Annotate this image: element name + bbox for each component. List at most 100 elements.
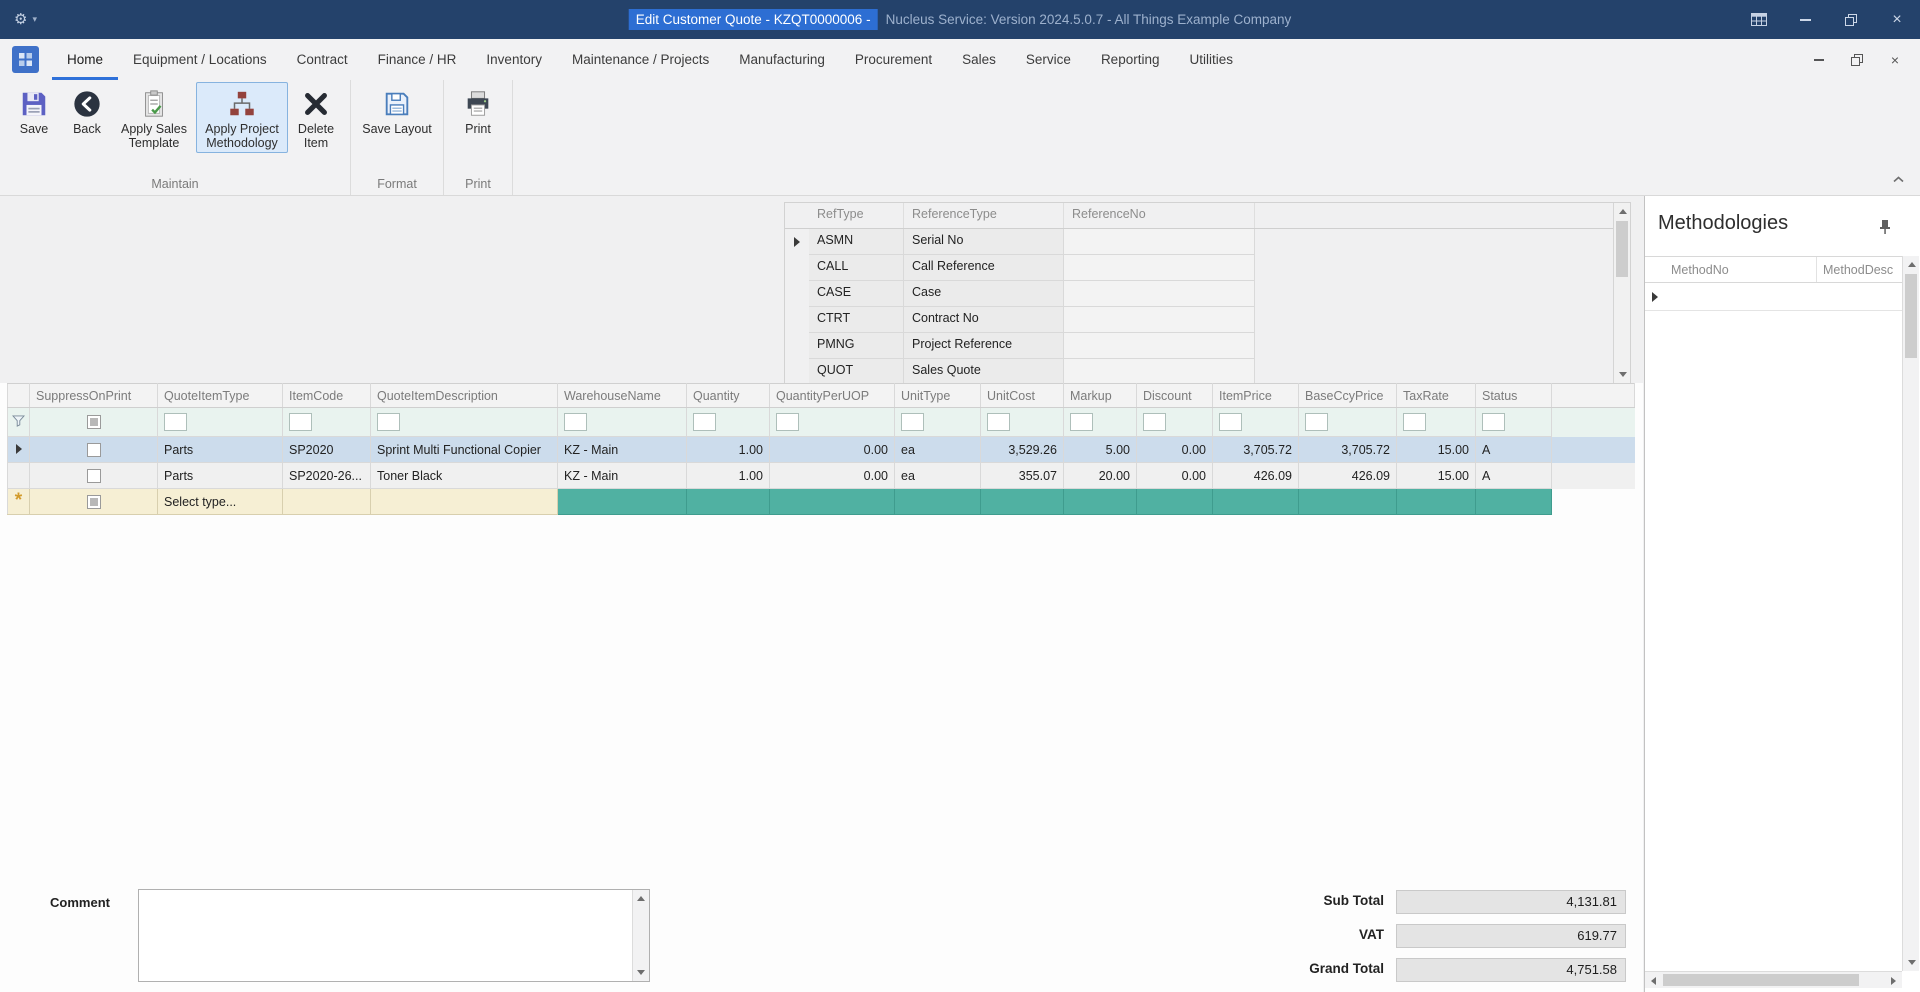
itemprice-cell[interactable] (1212, 488, 1299, 515)
reftype-cell[interactable]: CASE (809, 281, 904, 307)
checkbox-indeterminate[interactable] (86, 415, 101, 430)
maximize-restore-button[interactable] (1828, 0, 1874, 39)
baseccyprice-cell[interactable]: 3,705.72 (1298, 436, 1397, 463)
reference-row[interactable]: QUOT Sales Quote (785, 359, 1613, 383)
itemcode-cell[interactable]: SP2020-26... (282, 462, 371, 489)
taxrate-cell[interactable] (1396, 488, 1476, 515)
warehousename-cell[interactable]: KZ - Main (557, 436, 687, 463)
status-cell[interactable] (1475, 488, 1552, 515)
equals-filter-icon[interactable] (693, 413, 716, 431)
warehousename-cell[interactable] (557, 488, 687, 515)
status-cell[interactable]: A (1475, 462, 1552, 489)
equals-filter-icon[interactable] (1219, 413, 1242, 431)
scroll-down-button[interactable] (1903, 954, 1920, 971)
col-header-unittype[interactable]: UnitType (894, 383, 981, 408)
scroll-up-button[interactable] (632, 890, 649, 907)
taxrate-cell[interactable]: 15.00 (1396, 462, 1476, 489)
filter-cell-discount[interactable] (1136, 407, 1213, 437)
text-filter-icon[interactable] (289, 413, 312, 431)
reference-row[interactable]: CTRT Contract No (785, 307, 1613, 333)
equals-filter-icon[interactable] (1403, 413, 1426, 431)
col-header-taxrate[interactable]: TaxRate (1396, 383, 1476, 408)
quoteitemdescription-cell[interactable]: Sprint Multi Functional Copier (370, 436, 558, 463)
unittype-cell[interactable] (894, 488, 981, 515)
item-row-selected[interactable]: Parts SP2020 Sprint Multi Functional Cop… (7, 436, 1635, 463)
reference-grid-scrollbar[interactable] (1613, 203, 1630, 383)
filter-cell-taxrate[interactable] (1396, 407, 1476, 437)
equals-filter-icon[interactable] (1143, 413, 1166, 431)
col-header-status[interactable]: Status (1475, 383, 1552, 408)
suppress-checkbox-cell[interactable] (29, 488, 158, 515)
filter-cell-suppressonprint[interactable] (29, 407, 158, 437)
quantityperuop-cell[interactable]: 0.00 (769, 462, 895, 489)
mdi-close-button[interactable]: × (1876, 45, 1914, 74)
item-row[interactable]: Parts SP2020-26... Toner Black KZ - Main… (7, 462, 1635, 489)
referencetype-cell[interactable]: Contract No (904, 307, 1064, 333)
warehousename-cell[interactable]: KZ - Main (557, 462, 687, 489)
unittype-cell[interactable]: ea (894, 462, 981, 489)
suppress-checkbox-cell[interactable] (29, 436, 158, 463)
col-header-quantityperuop[interactable]: QuantityPerUOP (769, 383, 895, 408)
quantityperuop-cell[interactable] (769, 488, 895, 515)
gear-icon[interactable]: ⚙ (14, 12, 27, 27)
checkbox-unchecked[interactable] (86, 442, 101, 457)
col-header-quantity[interactable]: Quantity (686, 383, 770, 408)
scrollbar-thumb[interactable] (1616, 221, 1628, 277)
col-header-suppressonprint[interactable]: SuppressOnPrint (29, 383, 158, 408)
apply-sales-template-button[interactable]: Apply Sales Template (112, 82, 196, 153)
quick-access-toolbar[interactable]: ⚙ ▾ (14, 0, 37, 39)
menu-tab-sales[interactable]: Sales (947, 39, 1011, 80)
reftype-cell[interactable]: QUOT (809, 359, 904, 383)
quantityperuop-cell[interactable]: 0.00 (769, 436, 895, 463)
menu-tab-service[interactable]: Service (1011, 39, 1086, 80)
reftype-cell[interactable]: CALL (809, 255, 904, 281)
col-header-warehousename[interactable]: WarehouseName (557, 383, 687, 408)
filter-cell-markup[interactable] (1063, 407, 1137, 437)
filter-cell-quoteitemdescription[interactable] (370, 407, 558, 437)
auto-hide-pin-button[interactable] (1876, 218, 1894, 236)
col-header-quoteitemdescription[interactable]: QuoteItemDescription (370, 383, 558, 408)
scroll-up-button[interactable] (1903, 256, 1920, 273)
comment-scrollbar[interactable] (632, 890, 649, 981)
quoteitemdescription-cell[interactable]: Toner Black (370, 462, 558, 489)
filter-cell-unittype[interactable] (894, 407, 981, 437)
itemcode-cell[interactable]: SP2020 (282, 436, 371, 463)
reftype-cell[interactable]: PMNG (809, 333, 904, 359)
quoteitemdescription-cell[interactable] (370, 488, 558, 515)
reference-row[interactable]: PMNG Project Reference (785, 333, 1613, 359)
back-button[interactable]: Back (62, 82, 112, 139)
apply-project-methodology-button[interactable]: Apply Project Methodology (196, 82, 288, 154)
baseccyprice-cell[interactable]: 426.09 (1298, 462, 1397, 489)
delete-item-button[interactable]: Delete Item (288, 82, 344, 153)
referencetype-cell[interactable]: Project Reference (904, 333, 1064, 359)
taxrate-cell[interactable]: 15.00 (1396, 436, 1476, 463)
equals-filter-icon[interactable] (1070, 413, 1093, 431)
referenceno-cell[interactable] (1064, 359, 1255, 383)
menu-tab-reporting[interactable]: Reporting (1086, 39, 1175, 80)
scrollbar-thumb[interactable] (1663, 974, 1859, 986)
unitcost-cell[interactable]: 355.07 (980, 462, 1064, 489)
col-header-baseccyprice[interactable]: BaseCcyPrice (1298, 383, 1397, 408)
scroll-up-button[interactable] (1614, 203, 1630, 220)
close-button[interactable]: × (1874, 0, 1920, 39)
referencetype-cell[interactable]: Call Reference (904, 255, 1064, 281)
reference-row[interactable]: ASMN Serial No (785, 229, 1613, 255)
baseccyprice-cell[interactable] (1298, 488, 1397, 515)
scrollbar-thumb[interactable] (1905, 274, 1917, 358)
ribbon-collapse-button[interactable] (1888, 171, 1908, 187)
referenceno-cell[interactable] (1064, 281, 1255, 307)
reference-row[interactable]: CASE Case (785, 281, 1613, 307)
chevron-down-icon[interactable]: ▾ (32, 14, 37, 25)
text-filter-icon[interactable] (1482, 413, 1505, 431)
referencetype-cell[interactable]: Case (904, 281, 1064, 307)
itemcode-cell[interactable] (282, 488, 371, 515)
filter-cell-warehousename[interactable] (557, 407, 687, 437)
referencetype-cell[interactable]: Serial No (904, 229, 1064, 255)
save-button[interactable]: Save (6, 82, 62, 139)
markup-cell[interactable]: 20.00 (1063, 462, 1137, 489)
methodologies-vertical-scrollbar[interactable] (1902, 256, 1919, 971)
scroll-down-button[interactable] (1614, 366, 1630, 383)
col-header-reftype[interactable]: RefType (809, 203, 904, 228)
unittype-cell[interactable]: ea (894, 436, 981, 463)
reftype-cell[interactable]: CTRT (809, 307, 904, 333)
